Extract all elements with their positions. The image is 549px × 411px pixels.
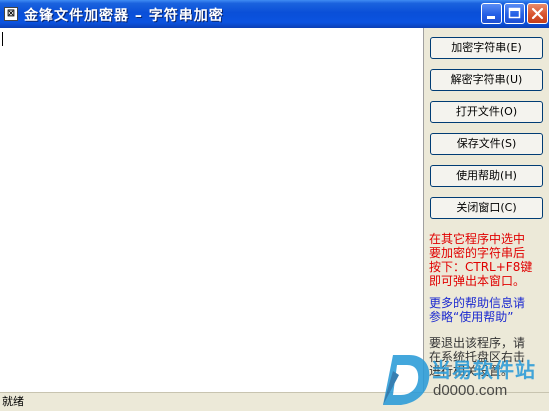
text-caret — [2, 32, 3, 46]
hotkey-note-line: 在其它程序中选中 — [429, 232, 526, 246]
exit-note-line: 在系统托盘区右击 — [429, 350, 526, 364]
close-icon — [531, 7, 544, 20]
hotkey-note-line: 要加密的字符串后 — [429, 246, 526, 260]
hotkey-note: 在其它程序中选中 要加密的字符串后 按下：CTRL+F8键 即可弹出本窗口。 — [429, 232, 548, 288]
status-bar: 就绪 — [0, 392, 549, 411]
minimize-icon — [487, 16, 495, 19]
minimize-button[interactable] — [481, 3, 502, 24]
open-file-button[interactable]: 打开文件(O) — [430, 101, 543, 123]
app-window: ⊠ 金锋文件加密器 – 字符串加密 加密字符串(E) 解密字符串(U) 打开文件… — [0, 0, 549, 411]
title-bar[interactable]: ⊠ 金锋文件加密器 – 字符串加密 — [0, 0, 549, 28]
help-button[interactable]: 使用帮助(H) — [430, 165, 543, 187]
help-hint-note: 更多的帮助信息请 参略“使用帮助” — [429, 296, 548, 324]
close-window-button[interactable]: 关闭窗口(C) — [430, 197, 543, 219]
help-hint-line: 参略“使用帮助” — [429, 310, 514, 324]
hotkey-note-line: 按下：CTRL+F8键 — [429, 260, 533, 274]
window-title: 金锋文件加密器 – 字符串加密 — [24, 8, 224, 24]
exit-note-line: 要退出该程序，请 — [429, 336, 526, 350]
encrypt-string-button[interactable]: 加密字符串(E) — [430, 37, 543, 59]
maximize-icon — [508, 7, 521, 19]
side-panel: 加密字符串(E) 解密字符串(U) 打开文件(O) 保存文件(S) 使用帮助(H… — [424, 28, 549, 392]
help-hint-line: 更多的帮助信息请 — [429, 296, 526, 310]
save-file-button[interactable]: 保存文件(S) — [430, 133, 543, 155]
hotkey-note-line: 即可弹出本窗口。 — [429, 274, 526, 288]
string-editor[interactable] — [0, 28, 424, 392]
decrypt-string-button[interactable]: 解密字符串(U) — [430, 69, 543, 91]
maximize-button[interactable] — [504, 3, 525, 24]
app-icon[interactable]: ⊠ — [4, 7, 18, 21]
exit-note-line: 进行相关设置。 — [429, 364, 514, 378]
close-button[interactable] — [527, 3, 548, 24]
exit-note: 要退出该程序，请 在系统托盘区右击 进行相关设置。 — [429, 336, 548, 378]
